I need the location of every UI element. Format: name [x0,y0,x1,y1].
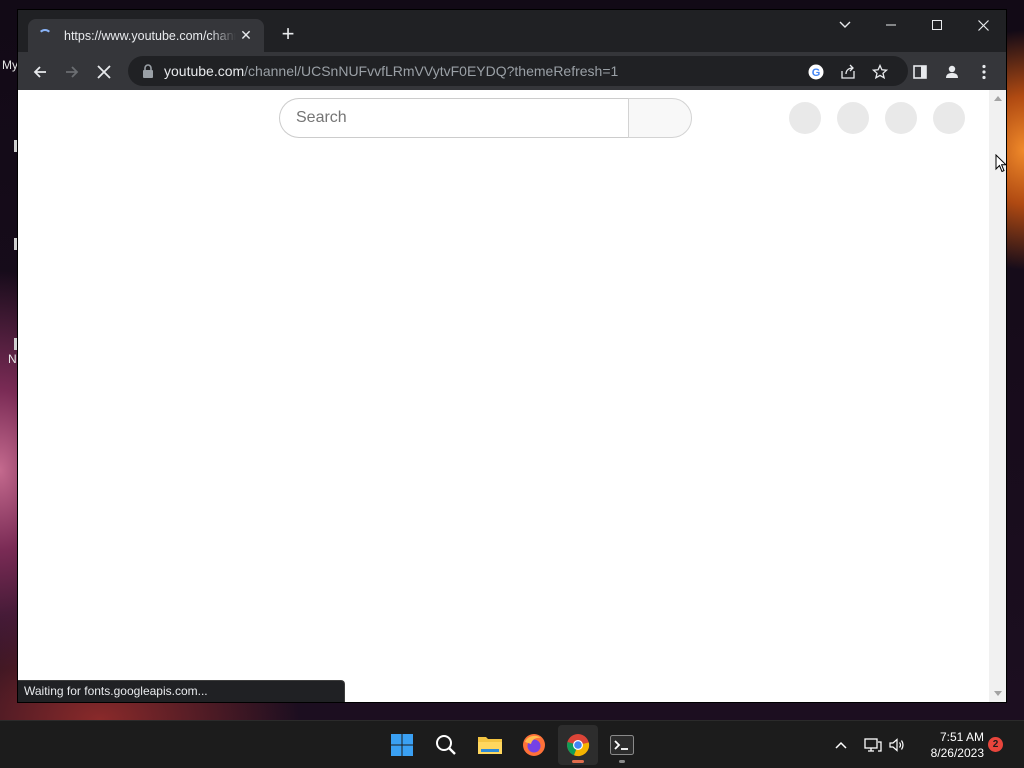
back-button[interactable] [26,58,54,86]
show-hidden-icons-button[interactable] [830,721,852,768]
search-icon [436,735,456,755]
terminal-button[interactable] [602,725,642,765]
tab-close-icon[interactable]: ✕ [238,27,254,44]
header-placeholder-circle [837,102,869,134]
star-icon [872,64,888,80]
scroll-down-arrow-icon[interactable] [994,691,1002,696]
browser-toolbar: youtube.com/channel/UCSnNUFvvfLRmVVytvF0… [18,52,1006,90]
close-icon [977,19,989,31]
active-app-indicator [572,760,584,763]
running-app-indicator [619,760,625,763]
file-explorer-button[interactable] [470,725,510,765]
google-lens-icon: G [808,64,824,80]
url-text: youtube.com/channel/UCSnNUFvvfLRmVVytvF0… [164,63,618,79]
firefox-button[interactable] [514,725,554,765]
chevron-down-icon [839,21,851,28]
notification-badge[interactable]: 2 [988,737,1003,752]
header-placeholder-circle [789,102,821,134]
forward-button[interactable] [58,58,86,86]
bookmark-button[interactable] [870,62,890,82]
forward-arrow-icon [66,66,79,78]
kebab-menu-icon [982,64,986,80]
scroll-up-arrow-icon[interactable] [994,96,1002,101]
desktop-icon-label-fragment: My [2,58,18,72]
search-button[interactable] [628,98,692,138]
firefox-icon [523,734,545,756]
chevron-up-icon [835,741,847,749]
mouse-pointer-icon [995,154,1007,173]
new-tab-button[interactable]: + [278,23,298,46]
profile-button[interactable] [938,58,966,86]
lock-icon [143,64,153,78]
page-viewport: Waiting for fonts.googleapis.com... [18,90,1006,702]
chrome-button[interactable] [558,725,598,765]
desktop-icon-label-fragment: N [8,352,17,366]
side-panel-button[interactable] [906,58,934,86]
loading-spinner-icon [38,28,52,43]
vertical-scrollbar[interactable] [989,90,1006,702]
google-lens-button[interactable]: G [806,62,826,82]
browser-tab[interactable]: https://www.youtube.com/channel/UCSnNUFv… [28,19,264,52]
clock-date: 8/26/2023 [930,746,984,760]
taskbar-search-button[interactable] [426,725,466,765]
taskbar: 7:51 AM 8/26/2023 [0,720,1024,768]
minimize-button[interactable] [868,10,914,40]
chrome-icon [567,734,590,757]
address-bar[interactable]: youtube.com/channel/UCSnNUFvvfLRmVVytvF0… [128,56,908,86]
header-placeholder-circle [933,102,965,134]
share-icon [841,64,855,79]
share-button[interactable] [838,62,858,82]
side-panel-icon [913,65,927,79]
browser-window: https://www.youtube.com/channel/UCSnNUFv… [18,10,1006,702]
tab-search-button[interactable] [822,10,868,40]
profile-icon [946,65,958,78]
url-host: youtube.com [164,63,245,79]
stop-loading-icon [97,65,111,79]
system-clock[interactable]: 7:51 AM 8/26/2023 [914,729,984,761]
start-button[interactable] [382,725,422,765]
maximize-icon [932,20,942,30]
url-path: /channel/UCSnNUFvvfLRmVVytvF0EYDQ?themeR… [244,63,619,79]
svg-text:G: G [812,67,821,79]
browser-menu-button[interactable] [970,58,998,86]
volume-icon [889,738,904,752]
header-placeholder-circle [885,102,917,134]
back-arrow-icon [33,66,46,78]
terminal-icon [610,735,634,755]
clock-time: 7:51 AM [939,730,984,744]
search-input[interactable] [279,98,629,138]
title-bar: https://www.youtube.com/channel/UCSnNUFv… [18,10,1006,52]
network-icon [864,738,882,752]
minimize-icon [886,24,896,26]
maximize-button[interactable] [914,10,960,40]
file-explorer-icon [478,737,502,754]
close-window-button[interactable] [960,10,1006,40]
status-bubble: Waiting for fonts.googleapis.com... [18,680,345,702]
volume-button[interactable] [886,721,908,768]
tab-title: https://www.youtube.com/channel/UCSnNUFv… [64,28,236,43]
network-button[interactable] [860,721,886,768]
start-icon [391,734,413,756]
stop-loading-button[interactable] [90,58,118,86]
